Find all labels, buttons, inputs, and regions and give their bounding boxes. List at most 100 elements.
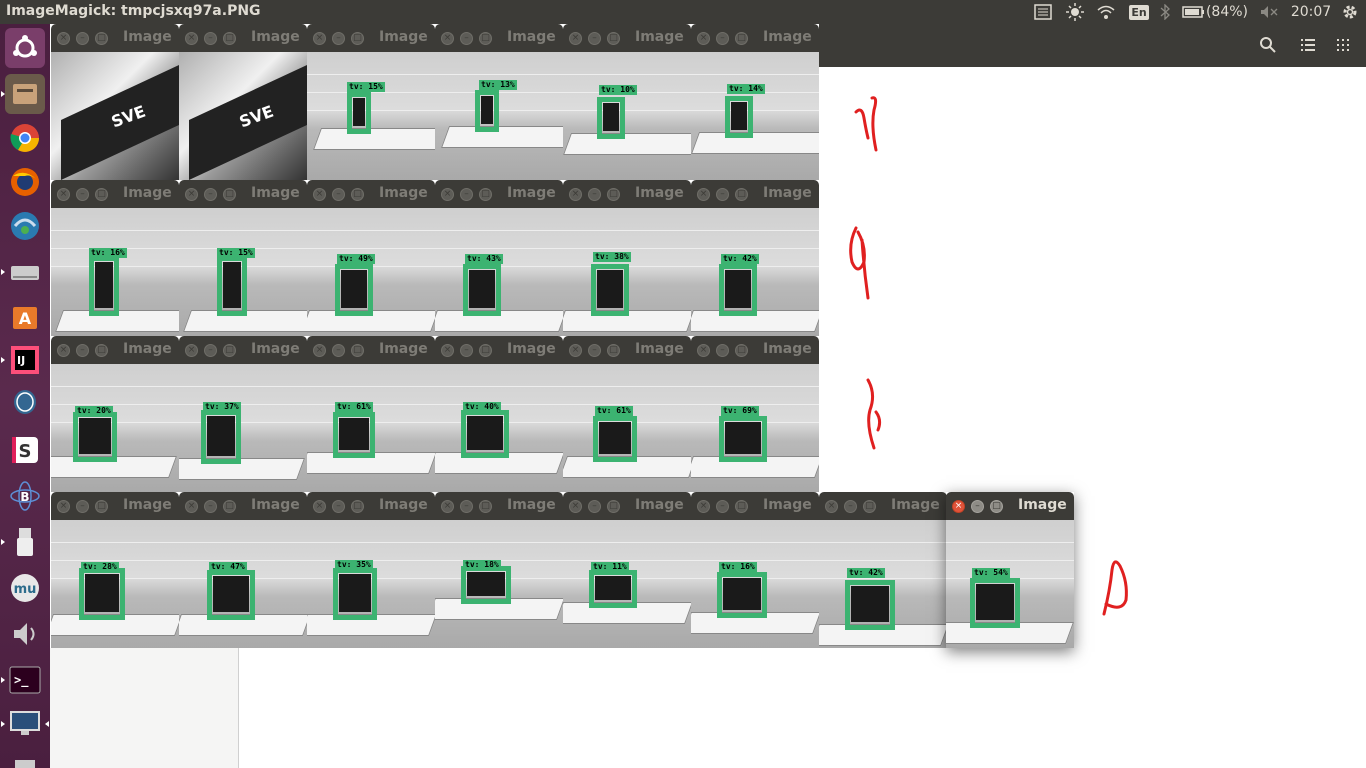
- window-titlebar[interactable]: × – □ Image: [307, 180, 435, 208]
- search-icon[interactable]: [1255, 33, 1281, 57]
- window-titlebar[interactable]: × – □ Image: [563, 336, 691, 364]
- firefox-icon[interactable]: [5, 162, 45, 202]
- close-button[interactable]: ×: [313, 500, 326, 513]
- window-titlebar[interactable]: × – □ Image: [691, 24, 819, 52]
- maximize-button[interactable]: □: [95, 32, 108, 45]
- mu-editor-icon[interactable]: mu: [5, 568, 45, 608]
- minimize-button[interactable]: –: [332, 500, 345, 513]
- window-titlebar[interactable]: × – □ Image: [563, 492, 691, 520]
- postgres-icon[interactable]: [5, 384, 45, 424]
- maximize-button[interactable]: □: [479, 500, 492, 513]
- minimize-button[interactable]: –: [588, 32, 601, 45]
- maximize-button[interactable]: □: [351, 344, 364, 357]
- imagemagick-window[interactable]: × – □ Image tv: 54%: [946, 492, 1074, 648]
- settings-gear-icon[interactable]: [1338, 0, 1362, 24]
- window-titlebar[interactable]: × – □ Image: [563, 24, 691, 52]
- window-titlebar[interactable]: × – □ Image: [691, 336, 819, 364]
- close-button[interactable]: ×: [697, 344, 710, 357]
- maximize-button[interactable]: □: [351, 32, 364, 45]
- minimize-button[interactable]: –: [332, 32, 345, 45]
- usb-drive-icon[interactable]: [5, 522, 45, 562]
- imagemagick-window[interactable]: × – □ Image tv: 61%: [563, 336, 691, 492]
- maximize-button[interactable]: □: [95, 500, 108, 513]
- imagemagick-window[interactable]: × – □ Image tv: 11%: [563, 492, 691, 648]
- maximize-button[interactable]: □: [607, 32, 620, 45]
- minimize-button[interactable]: –: [204, 344, 217, 357]
- window-titlebar[interactable]: × – □ Image: [435, 492, 563, 520]
- volume-muted-icon[interactable]: [1258, 0, 1280, 24]
- window-titlebar[interactable]: × – □ Image: [307, 336, 435, 364]
- close-button[interactable]: ×: [313, 32, 326, 45]
- minimize-button[interactable]: –: [76, 500, 89, 513]
- maximize-button[interactable]: □: [95, 344, 108, 357]
- maximize-button[interactable]: □: [223, 344, 236, 357]
- close-button[interactable]: ×: [952, 500, 965, 513]
- imagemagick-window[interactable]: × – □ Image SVE: [179, 24, 307, 180]
- imagemagick-window[interactable]: × – □ Image tv: 15%: [307, 24, 435, 180]
- imagemagick-window[interactable]: × – □ Image tv: 69%: [691, 336, 819, 492]
- window-titlebar[interactable]: × – □ Image: [307, 24, 435, 52]
- imagemagick-window[interactable]: × – □ Image tv: 38%: [563, 180, 691, 336]
- close-button[interactable]: ×: [185, 188, 198, 201]
- minimize-button[interactable]: –: [716, 32, 729, 45]
- terminal-icon[interactable]: >_: [5, 660, 45, 700]
- window-titlebar[interactable]: × – □ Image: [179, 492, 307, 520]
- maximize-button[interactable]: □: [95, 188, 108, 201]
- imagemagick-window[interactable]: × – □ Image tv: 42%: [691, 180, 819, 336]
- close-button[interactable]: ×: [825, 500, 838, 513]
- window-titlebar[interactable]: × – □ Image: [691, 492, 819, 520]
- close-button[interactable]: ×: [697, 32, 710, 45]
- imagemagick-window[interactable]: × – □ Image tv: 16%: [691, 492, 819, 648]
- trash-icon[interactable]: [5, 748, 45, 768]
- minimize-button[interactable]: –: [844, 500, 857, 513]
- minimize-button[interactable]: –: [332, 344, 345, 357]
- close-button[interactable]: ×: [569, 188, 582, 201]
- files-icon[interactable]: [5, 74, 45, 114]
- slack-icon[interactable]: S: [5, 430, 45, 470]
- window-titlebar[interactable]: × – □ Image: [179, 336, 307, 364]
- bluetooth-icon[interactable]: [1157, 0, 1173, 24]
- imagemagick-window[interactable]: × – □ Image tv: 15%: [179, 180, 307, 336]
- imagemagick-window[interactable]: × – □ Image tv: 10%: [563, 24, 691, 180]
- keyboard-layout-indicator[interactable]: En: [1128, 0, 1150, 24]
- minimize-button[interactable]: –: [460, 344, 473, 357]
- close-button[interactable]: ×: [57, 344, 70, 357]
- imagemagick-window[interactable]: × – □ Image tv: 37%: [179, 336, 307, 492]
- clock[interactable]: 20:07: [1290, 0, 1332, 24]
- imagemagick-window[interactable]: × – □ Image tv: 16%: [51, 180, 179, 336]
- imagemagick-window[interactable]: × – □ Image tv: 47%: [179, 492, 307, 648]
- close-button[interactable]: ×: [57, 188, 70, 201]
- close-button[interactable]: ×: [185, 32, 198, 45]
- maximize-button[interactable]: □: [863, 500, 876, 513]
- window-titlebar[interactable]: × – □ Image: [563, 180, 691, 208]
- maximize-button[interactable]: □: [479, 344, 492, 357]
- minimize-button[interactable]: –: [460, 500, 473, 513]
- imagemagick-window[interactable]: × – □ Image tv: 28%: [51, 492, 179, 648]
- close-button[interactable]: ×: [697, 500, 710, 513]
- maximize-button[interactable]: □: [223, 32, 236, 45]
- window-titlebar[interactable]: × – □ Image: [819, 492, 947, 520]
- maximize-button[interactable]: □: [223, 500, 236, 513]
- atom-bracket-icon[interactable]: B: [5, 476, 45, 516]
- intellij-icon[interactable]: IJ: [5, 340, 45, 380]
- window-titlebar[interactable]: × – □ Image: [51, 24, 179, 52]
- minimize-button[interactable]: –: [76, 32, 89, 45]
- minimize-button[interactable]: –: [460, 188, 473, 201]
- minimize-button[interactable]: –: [204, 188, 217, 201]
- maximize-button[interactable]: □: [479, 32, 492, 45]
- grid-view-icon[interactable]: [1330, 33, 1356, 57]
- close-button[interactable]: ×: [313, 188, 326, 201]
- window-titlebar[interactable]: × – □ Image: [51, 336, 179, 364]
- close-button[interactable]: ×: [313, 344, 326, 357]
- window-titlebar[interactable]: × – □ Image: [179, 24, 307, 52]
- maximize-button[interactable]: □: [990, 500, 1003, 513]
- window-titlebar[interactable]: × – □ Image: [51, 492, 179, 520]
- minimize-button[interactable]: –: [76, 188, 89, 201]
- maximize-button[interactable]: □: [479, 188, 492, 201]
- disks-icon[interactable]: [5, 252, 45, 292]
- close-button[interactable]: ×: [57, 32, 70, 45]
- window-titlebar[interactable]: × – □ Image: [51, 180, 179, 208]
- close-button[interactable]: ×: [569, 32, 582, 45]
- display-icon[interactable]: [5, 704, 45, 744]
- close-button[interactable]: ×: [697, 188, 710, 201]
